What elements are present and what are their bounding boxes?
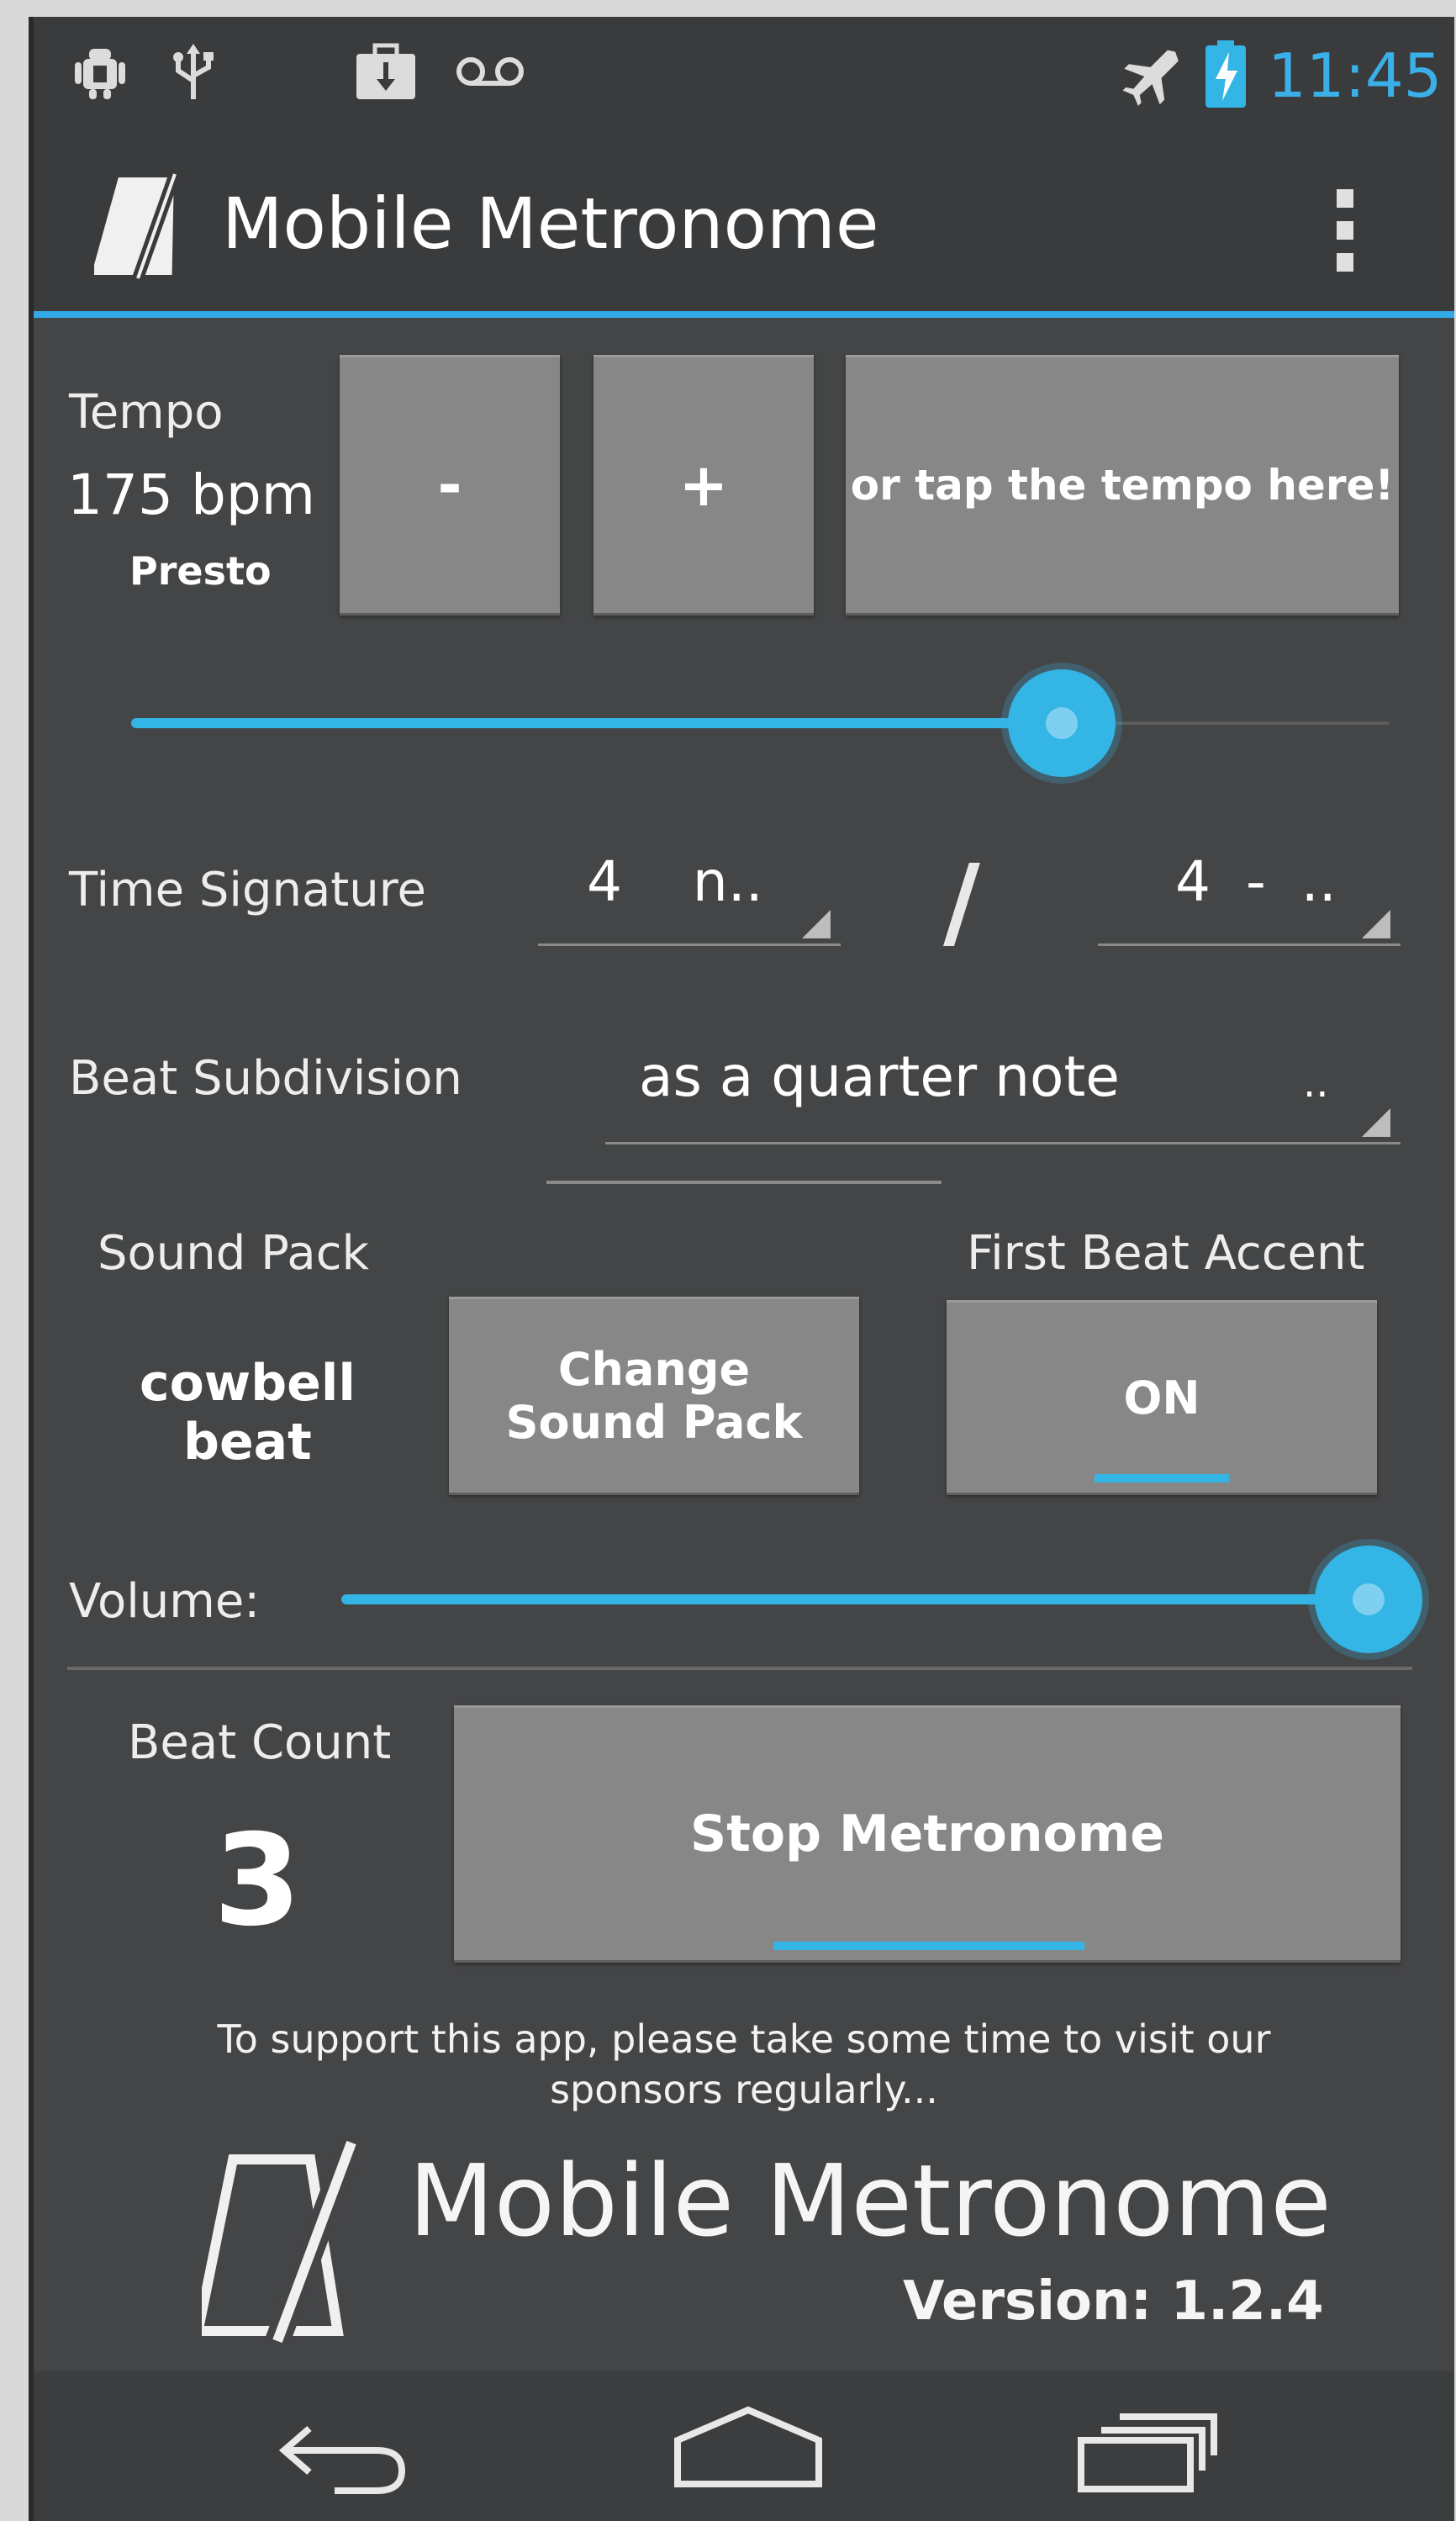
current-sound-pack-line2: beat [183, 1413, 312, 1472]
home-icon[interactable] [673, 2403, 824, 2494]
brand-logo-icon [192, 2136, 387, 2349]
time-signature-label: Time Signature [69, 863, 427, 917]
stop-metronome-label: Stop Metronome [690, 1805, 1164, 1863]
toggle-state-label: ON [1123, 1371, 1200, 1424]
numerator-underline [538, 943, 841, 946]
numerator-value: 4 n.. [587, 849, 763, 914]
first-beat-accent-toggle[interactable]: ON [947, 1300, 1377, 1495]
tap-tempo-button[interactable]: or tap the tempo here! [846, 355, 1399, 616]
volume-slider-fill [341, 1594, 1369, 1604]
overflow-menu-icon[interactable] [1328, 184, 1362, 280]
section-divider [67, 1667, 1412, 1670]
sound-pack-label: Sound Pack [98, 1226, 369, 1281]
beat-subdivision-value: as a quarter note [639, 1044, 1120, 1109]
first-beat-accent-label: First Beat Accent [967, 1226, 1365, 1281]
tempo-marking: Presto [129, 548, 272, 594]
tempo-slider-thumb[interactable] [1008, 669, 1116, 777]
numerator-dropdown-icon [802, 910, 831, 938]
beat-count-value: 3 [214, 1808, 302, 1954]
tempo-decrease-button[interactable]: - [340, 355, 560, 616]
status-bar: 11:45 [34, 17, 1454, 130]
toggle-on-indicator [1095, 1474, 1229, 1482]
tempo-label: Tempo [69, 385, 224, 440]
change-sound-pack-line1: Change [557, 1343, 751, 1396]
back-icon[interactable] [276, 2417, 410, 2501]
beat-subdivision-underline [605, 1142, 1401, 1144]
current-sound-pack-line1: cowbell [140, 1354, 356, 1413]
denominator-underline [1098, 943, 1401, 946]
denominator-spinner[interactable]: 4 - .. [1098, 841, 1401, 950]
support-text-line2: sponsors regularly... [550, 2067, 938, 2112]
tempo-bpm: 175 bpm [67, 462, 316, 527]
change-sound-pack-button[interactable]: Change Sound Pack [449, 1297, 859, 1495]
tempo-slider[interactable] [131, 669, 1389, 777]
volume-slider-thumb[interactable] [1315, 1546, 1422, 1653]
change-sound-pack-line2: Sound Pack [505, 1396, 803, 1449]
stop-metronome-button[interactable]: Stop Metronome [454, 1705, 1401, 1963]
phone-screen: 11:45 Mobile Metronome Tempo 175 bpm Pre… [29, 17, 1454, 2521]
battery-charging-icon [1202, 39, 1249, 118]
action-bar-divider [34, 311, 1454, 318]
time-signature-separator: / [943, 844, 980, 961]
android-debug-icon [71, 44, 129, 111]
section-divider-short [546, 1181, 942, 1184]
tempo-increase-button[interactable]: + [593, 355, 814, 616]
recent-apps-icon[interactable] [1076, 2407, 1219, 2497]
tempo-slider-fill [131, 718, 1062, 728]
navigation-bar [34, 2371, 1454, 2521]
airplane-mode-icon [1118, 47, 1185, 114]
denominator-value: 4 - .. [1175, 849, 1337, 914]
beat-subdivision-spinner[interactable]: as a quarter note .. [605, 1026, 1401, 1144]
stop-button-indicator [773, 1942, 1084, 1950]
download-icon [353, 42, 419, 109]
beat-subdivision-label: Beat Subdivision [69, 1051, 462, 1106]
beat-subdivision-ellipsis: .. [1303, 1060, 1329, 1107]
brand-title: Mobile Metronome [409, 2143, 1332, 2259]
voicemail-icon [454, 50, 526, 101]
denominator-dropdown-icon [1362, 910, 1390, 938]
numerator-spinner[interactable]: 4 n.. [538, 841, 841, 950]
beat-subdivision-dropdown-icon [1362, 1108, 1390, 1137]
status-clock: 11:45 [1268, 40, 1443, 111]
support-text-line1: To support this app, please take some ti… [217, 2016, 1271, 2062]
volume-slider[interactable] [341, 1546, 1422, 1653]
app-title: Mobile Metronome [222, 182, 879, 265]
version-text: Version: 1.2.4 [903, 2270, 1324, 2333]
metronome-logo-icon [91, 171, 195, 283]
usb-icon [168, 44, 219, 111]
beat-count-label: Beat Count [128, 1715, 392, 1770]
volume-label: Volume: [69, 1574, 261, 1629]
action-bar: Mobile Metronome [34, 130, 1454, 311]
